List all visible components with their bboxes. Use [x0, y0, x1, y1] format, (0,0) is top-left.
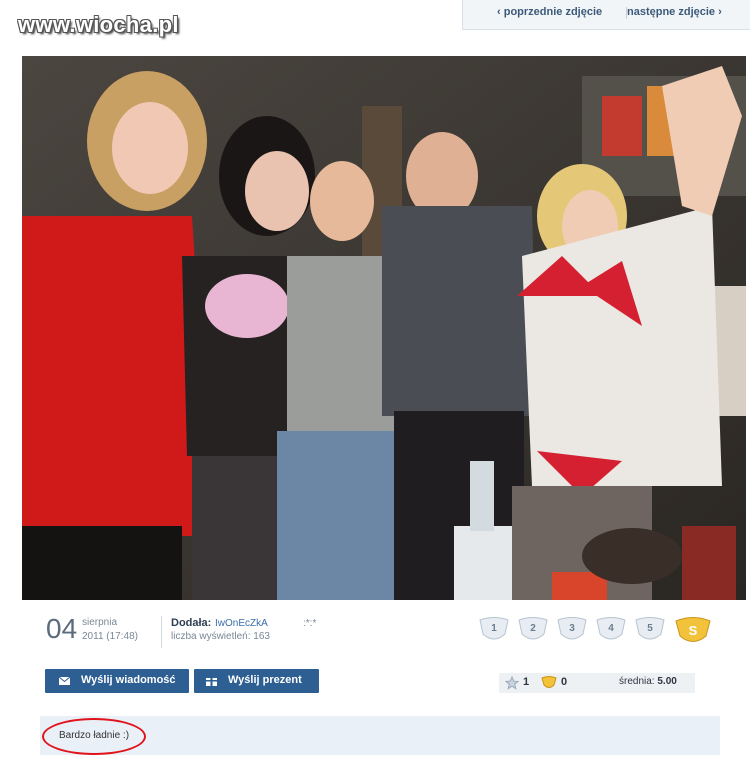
main-photo[interactable]: [22, 56, 746, 600]
photo-stats: 1 0 średnia: 5.00: [499, 673, 695, 693]
rate-label: 1: [491, 623, 497, 634]
envelope-icon: [59, 677, 70, 685]
gold-shield-small-icon: [541, 676, 557, 688]
date-month: sierpnia: [82, 617, 118, 628]
send-gift-button[interactable]: Wyślij prezent: [194, 669, 319, 693]
next-photo-link[interactable]: następne zdjęcie ›: [627, 6, 722, 18]
gold-shield-icon: S: [675, 617, 711, 642]
favorites-count: 1: [523, 676, 530, 688]
average-value: 5.00: [657, 676, 677, 687]
rate-label: 3: [569, 623, 575, 634]
photo-image: [22, 56, 746, 600]
gift-icon: [206, 675, 217, 686]
previous-photo-link[interactable]: ‹ poprzednie zdjęcie: [497, 6, 602, 18]
rate-1-button[interactable]: 1: [477, 616, 511, 644]
author-link[interactable]: IwOnEcZkA: [215, 618, 268, 629]
added-by-label: Dodała:: [171, 617, 212, 629]
rate-4-button[interactable]: 4: [594, 616, 628, 644]
view-count-label: liczba wyświetleń:: [171, 631, 251, 642]
svg-text:S: S: [689, 623, 698, 638]
info-divider: [161, 616, 162, 648]
view-count-value: 163: [253, 631, 270, 642]
rate-5-button[interactable]: 5: [633, 616, 667, 644]
rate-2-button[interactable]: 2: [516, 616, 550, 644]
red-highlight-circle: [42, 718, 146, 755]
average-label: średnia:: [619, 676, 655, 687]
rate-label: 4: [608, 623, 614, 634]
rate-label: 2: [530, 623, 536, 634]
gold-rate-button[interactable]: S: [673, 616, 711, 644]
site-watermark: www.wiocha.pl: [18, 12, 179, 37]
send-message-label: Wyślij wiadomość: [81, 674, 176, 686]
photo-navigation: ‹ poprzednie zdjęcie następne zdjęcie ›: [462, 0, 750, 30]
emote-text: :*:*: [303, 618, 317, 629]
gold-count: 0: [561, 676, 568, 688]
average-rating: średnia: 5.00: [619, 676, 677, 687]
date-day: 04: [46, 613, 78, 644]
rate-3-button[interactable]: 3: [555, 616, 589, 644]
date-time: 2011 (17:48): [82, 631, 138, 642]
favorite-star-icon: [505, 676, 519, 690]
send-gift-label: Wyślij prezent: [228, 674, 302, 686]
view-count: liczba wyświetleń: 163: [171, 631, 270, 642]
send-message-button[interactable]: Wyślij wiadomość: [45, 669, 189, 693]
rate-label: 5: [647, 623, 653, 634]
